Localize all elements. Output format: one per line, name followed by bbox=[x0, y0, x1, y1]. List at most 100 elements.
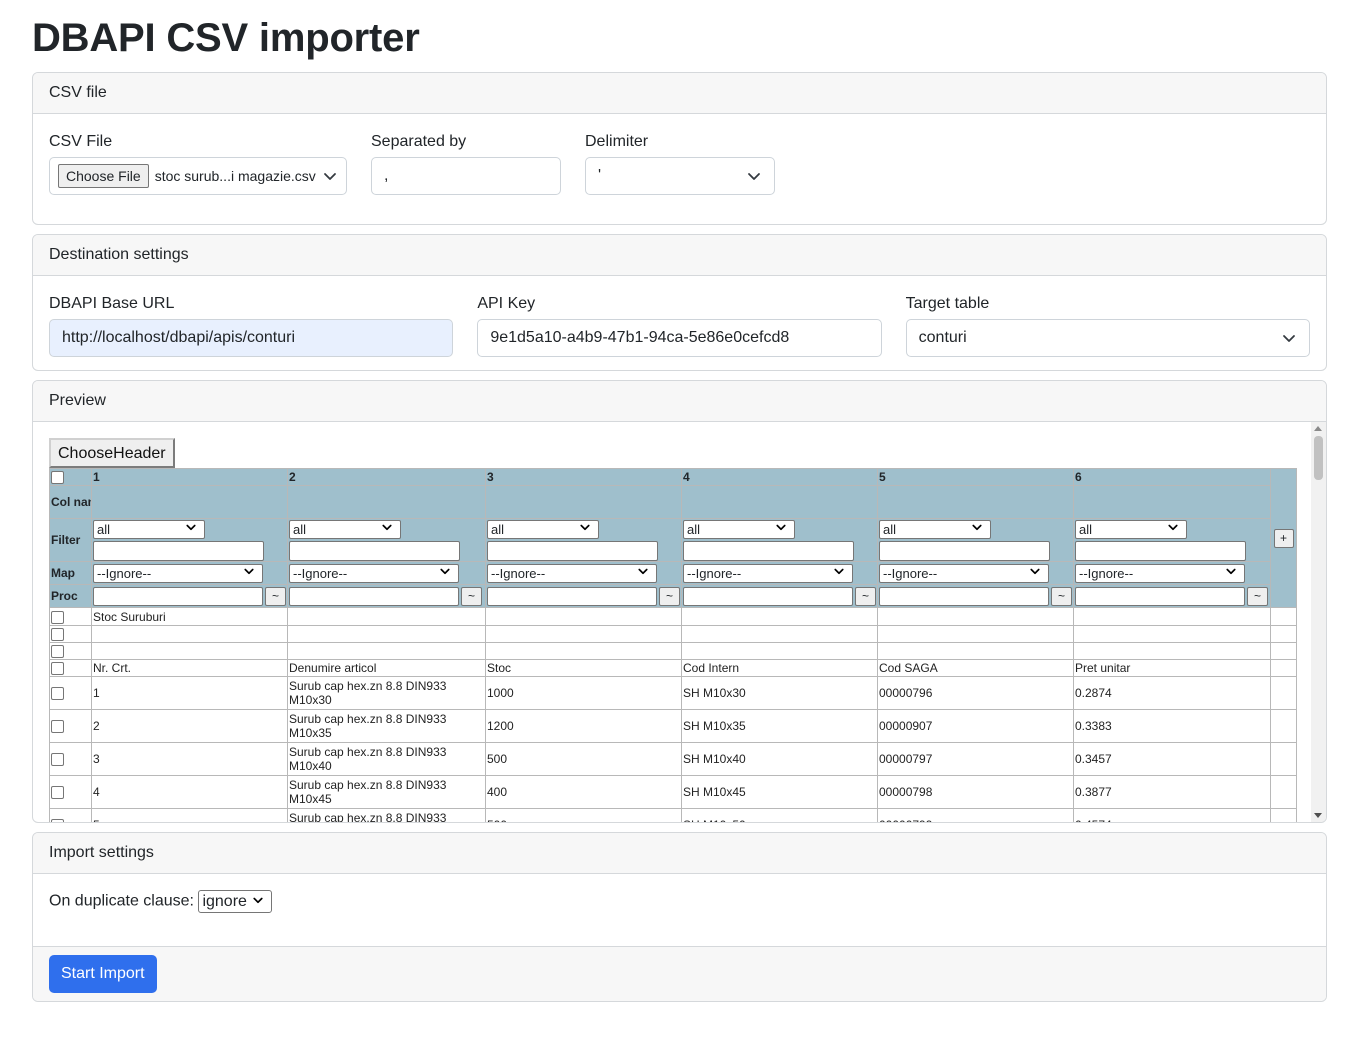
select-all-checkbox[interactable] bbox=[51, 471, 64, 485]
filter-input[interactable] bbox=[487, 540, 658, 561]
row-checkbox[interactable] bbox=[51, 753, 64, 767]
table-cell-spacer bbox=[1270, 808, 1297, 822]
map-select[interactable]: --Ignore-- bbox=[487, 563, 657, 583]
map-select[interactable]: --Ignore-- bbox=[879, 563, 1049, 583]
preview-scroll-area[interactable]: ChooseHeader 1 2 3 4 5 6 + Col na Filter… bbox=[33, 422, 1326, 822]
base-url-input[interactable]: http://localhost/dbapi/apis/conturi bbox=[49, 319, 454, 357]
api-key-value: 9e1d5a10-a4b9-47b1-94ca-5e86e0cefcd8 bbox=[490, 329, 790, 346]
row-checkbox[interactable] bbox=[51, 662, 64, 676]
table-cell: Surub cap hex.zn 8.8 DIN933 M10x40 bbox=[287, 742, 486, 776]
csv-file-input[interactable]: Choose File stoc surub...i magazie.csv bbox=[49, 157, 347, 195]
filter-select[interactable]: all bbox=[683, 519, 795, 539]
chevron-down-icon bbox=[439, 565, 455, 581]
proc-button[interactable]: ~ bbox=[659, 586, 680, 606]
table-row: Stoc Suruburi bbox=[49, 607, 1297, 626]
row-checkbox[interactable] bbox=[51, 720, 64, 734]
row-checkbox[interactable] bbox=[51, 628, 64, 642]
table-cell-spacer bbox=[1270, 709, 1297, 743]
proc-button[interactable]: ~ bbox=[1247, 586, 1268, 606]
map-value: --Ignore-- bbox=[1079, 565, 1134, 581]
col-name-cell bbox=[287, 485, 486, 519]
target-table-select[interactable]: conturi bbox=[905, 319, 1310, 357]
filter-input[interactable] bbox=[879, 540, 1050, 561]
col-name-cell bbox=[877, 485, 1074, 519]
table-cell-spacer bbox=[1270, 642, 1297, 660]
filter-select[interactable]: all bbox=[487, 519, 599, 539]
col-name-cell bbox=[681, 485, 878, 519]
table-cell: 4 bbox=[91, 775, 288, 809]
table-cell: Surub cap hex.zn 8.8 DIN933 M10x30 bbox=[287, 676, 486, 710]
filter-input[interactable] bbox=[289, 540, 460, 561]
proc-button[interactable]: ~ bbox=[265, 586, 286, 606]
table-cell: 2 bbox=[91, 709, 288, 743]
choose-file-button[interactable]: Choose File bbox=[58, 164, 149, 188]
row-checkbox[interactable] bbox=[51, 610, 64, 624]
separator-input[interactable]: , bbox=[371, 157, 561, 195]
preview-scrollbar[interactable] bbox=[1311, 422, 1326, 822]
choose-header-button[interactable]: ChooseHeader bbox=[49, 438, 175, 468]
proc-input[interactable] bbox=[93, 586, 263, 606]
delimiter-label: Delimiter bbox=[585, 133, 649, 150]
delimiter-group: Delimiter ' bbox=[585, 131, 775, 195]
chevron-down-icon bbox=[243, 565, 259, 581]
row-select-cell bbox=[49, 676, 92, 710]
map-select[interactable]: --Ignore-- bbox=[1075, 563, 1245, 583]
table-cell: Surub cap hex.zn 8.8 DIN933 M10x50 bbox=[287, 808, 486, 822]
api-key-input[interactable]: 9e1d5a10-a4b9-47b1-94ca-5e86e0cefcd8 bbox=[477, 319, 882, 357]
row-checkbox[interactable] bbox=[51, 645, 64, 659]
table-cell: SH M10x30 bbox=[681, 676, 878, 710]
proc-label: Proc bbox=[49, 584, 92, 608]
proc-input[interactable] bbox=[289, 586, 459, 606]
table-row: 3 Surub cap hex.zn 8.8 DIN933 M10x40 500 SH… bbox=[49, 742, 1297, 776]
duplicate-select[interactable]: ignore bbox=[198, 890, 273, 913]
proc-button[interactable]: ~ bbox=[461, 586, 482, 606]
filter-input[interactable] bbox=[1075, 540, 1246, 561]
proc-button[interactable]: ~ bbox=[855, 586, 876, 606]
csv-file-card: CSV file CSV File Choose File stoc surub… bbox=[32, 72, 1327, 225]
proc-input[interactable] bbox=[683, 586, 853, 606]
row-checkbox[interactable] bbox=[51, 819, 64, 822]
filter-select[interactable]: all bbox=[1075, 519, 1187, 539]
table-cell: SH M10x35 bbox=[681, 709, 878, 743]
filter-select[interactable]: all bbox=[879, 519, 991, 539]
table-cell bbox=[287, 625, 486, 643]
filter-select[interactable]: all bbox=[289, 519, 401, 539]
proc-input[interactable] bbox=[487, 586, 657, 606]
map-select[interactable]: --Ignore-- bbox=[683, 563, 853, 583]
separator-group: Separated by , bbox=[371, 131, 561, 195]
table-cell: 500 bbox=[485, 808, 682, 822]
filter-label: Filter bbox=[49, 518, 92, 562]
filter-cell: all bbox=[1073, 518, 1271, 562]
proc-input[interactable] bbox=[879, 586, 1049, 606]
filter-input[interactable] bbox=[93, 540, 264, 561]
table-cell: 400 bbox=[485, 775, 682, 809]
row-checkbox[interactable] bbox=[51, 786, 64, 800]
map-select[interactable]: --Ignore-- bbox=[93, 563, 263, 583]
filter-input[interactable] bbox=[683, 540, 854, 561]
map-select[interactable]: --Ignore-- bbox=[289, 563, 459, 583]
map-value: --Ignore-- bbox=[97, 565, 152, 581]
delimiter-select[interactable]: ' bbox=[585, 157, 775, 195]
chevron-down-icon bbox=[1167, 521, 1183, 537]
proc-input[interactable] bbox=[1075, 586, 1245, 606]
filter-value: all bbox=[293, 521, 307, 537]
add-column-cell: + bbox=[1270, 468, 1297, 608]
proc-button[interactable]: ~ bbox=[1051, 586, 1072, 606]
table-cell bbox=[485, 642, 682, 660]
scroll-thumb[interactable] bbox=[1314, 436, 1323, 480]
table-cell: 3 bbox=[91, 742, 288, 776]
table-cell: Surub cap hex.zn 8.8 DIN933 M10x35 bbox=[287, 709, 486, 743]
filter-select[interactable]: all bbox=[93, 519, 205, 539]
row-checkbox[interactable] bbox=[51, 687, 64, 701]
table-cell-spacer bbox=[1270, 775, 1297, 809]
table-cell: 0.3877 bbox=[1073, 775, 1271, 809]
scroll-up-icon[interactable] bbox=[1314, 426, 1322, 431]
duplicate-label: On duplicate clause: bbox=[49, 892, 194, 910]
add-column-button[interactable]: + bbox=[1273, 528, 1294, 548]
filter-cell: all bbox=[91, 518, 288, 562]
scroll-down-icon[interactable] bbox=[1314, 813, 1322, 818]
map-cell: --Ignore-- bbox=[91, 561, 288, 585]
start-import-button[interactable]: Start Import bbox=[49, 955, 157, 993]
chevron-down-icon bbox=[746, 168, 762, 184]
map-cell: --Ignore-- bbox=[681, 561, 878, 585]
